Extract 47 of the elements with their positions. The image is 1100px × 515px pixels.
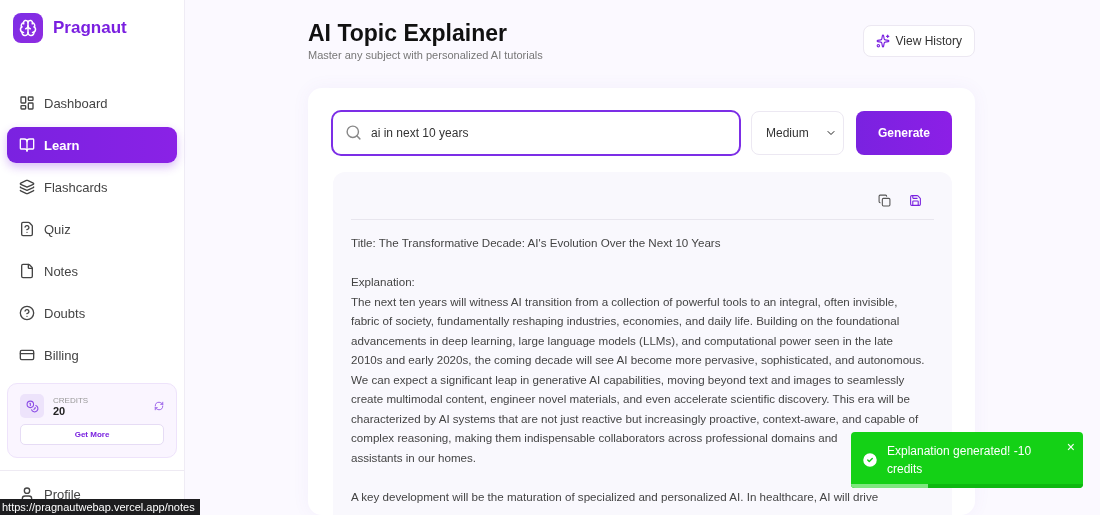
topic-field[interactable]: ai in next 10 years: [331, 110, 741, 156]
nav-item[interactable]: Quiz: [7, 211, 177, 247]
explanation-line: 2010s and early 2020s, the coming decade will see AI become more pervasive, sophisticated, and autonomous.: [351, 352, 925, 368]
save-icon[interactable]: [909, 194, 922, 207]
explanation-line: We can expect a significant leap in generative AI capabilities, moving beyond text and images to seamlessly: [351, 371, 905, 388]
generate-button[interactable]: Generate: [856, 111, 952, 155]
explanation-line: assistants in our homes.: [351, 449, 476, 466]
explanation-line: complex reasoning, making them indispensable collaborators across professional domains and: [351, 430, 838, 446]
get-more-button[interactable]: Get More: [20, 424, 164, 445]
explanation-line: A key development will be the maturation of specialized and personalized AI. In healthcare, AI will drive: [351, 488, 879, 505]
layers-icon: [19, 179, 35, 195]
page-title: AI Topic Explainer: [308, 20, 508, 47]
dashboard-icon: [19, 95, 35, 111]
check-icon: [861, 451, 879, 469]
level-select[interactable]: Medium: [751, 111, 844, 155]
brand-name: Pragnaut: [53, 18, 127, 38]
question-file-icon: [19, 221, 35, 237]
user-icon: [19, 486, 35, 502]
help-icon: [19, 305, 35, 321]
explanation-line: The next ten years will witness AI transition from a collection of powerful tools to an integral, often invisible,: [351, 293, 898, 310]
book-icon: [19, 137, 35, 153]
explanation-line: fabric of society, fundamentally reshaping industries, economies, and daily life. Building on the foundational: [351, 313, 900, 329]
coins-icon: [20, 394, 44, 418]
toast-message: Explanation generated! -10 credits: [887, 443, 1033, 478]
copy-icon[interactable]: [878, 194, 891, 207]
logo-icon: [13, 13, 43, 43]
explanation-line: Explanation:: [351, 274, 415, 290]
explanation-line: advancements in deep learning, large language models (LLMs), and computational power seen in the late: [351, 332, 894, 349]
nav-item[interactable]: Dashboard: [7, 85, 177, 121]
status-url-tooltip: https://pragnautwebap.vercel.app/notes: [0, 499, 200, 515]
explanation-line: Title: The Transformative Decade: AI's Evolution Over the Next 10 Years: [351, 235, 721, 251]
view-history-button[interactable]: View History: [862, 25, 975, 57]
file-icon: [19, 263, 35, 279]
credit-card-icon: [19, 347, 35, 363]
explanation-line: characterized by AI systems that are not just reactive but increasingly proactive, context-aware, and capable of: [351, 410, 919, 427]
explanation-line: create multimodal content, engineer novel materials, and even accelerate scientific discovery. This era will be: [351, 391, 910, 407]
nav-item[interactable]: Learn: [7, 127, 177, 163]
sparkles-icon: [875, 34, 890, 48]
nav-item[interactable]: Billing: [7, 337, 177, 373]
page-subtitle: Master any subject with personalized AI tutorials: [308, 49, 543, 61]
nav-item[interactable]: Flashcards: [7, 169, 177, 205]
search-icon: [345, 124, 362, 141]
nav-item[interactable]: Doubts: [7, 295, 177, 331]
nav-item[interactable]: Notes: [7, 253, 177, 289]
refresh-icon[interactable]: [154, 401, 164, 411]
credits-label: CREDITS: [53, 395, 90, 405]
credits-value: 20: [53, 404, 67, 417]
